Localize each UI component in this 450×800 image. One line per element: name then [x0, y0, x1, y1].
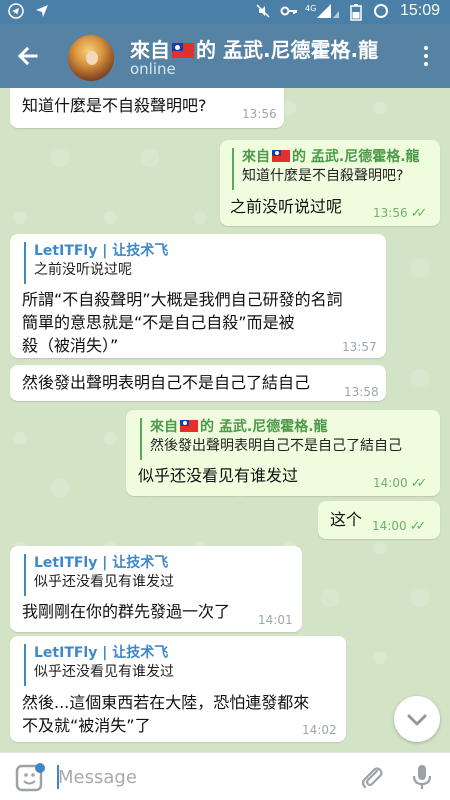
taiwan-flag-icon [272, 150, 290, 162]
message-text-line: 然後...這個東西若在大陸，恐怕連發都來 [22, 693, 310, 712]
message-time: 14:02 [302, 723, 337, 737]
message-text-line: 殺（被消失）” [22, 336, 119, 355]
taiwan-flag-icon [180, 420, 198, 432]
reply-author: LetITFly | 让技术飞 [34, 243, 169, 259]
reply-text: 知道什麼是不自殺聲明吧? [242, 168, 404, 184]
sticker-button[interactable] [14, 761, 46, 793]
title-suffix: 的 孟武.尼德霍格.龍 [196, 38, 379, 62]
reply-author-suffix: 的 孟武.尼德霍格.龍 [200, 419, 328, 435]
message-meta: 13:56 ✓✓ [373, 206, 428, 221]
message-time: 13:58 [344, 385, 379, 399]
battery-icon [348, 3, 364, 21]
chevron-down-icon [407, 714, 427, 726]
reply-text: 似乎还没看见有谁发过 [34, 574, 174, 590]
status-bar: 4G 15:09 [0, 0, 450, 24]
voice-record-button[interactable] [408, 762, 436, 792]
reply-author-prefix: 來自 [150, 419, 178, 435]
message-text: 似乎还没看见有谁发过 [138, 466, 299, 485]
message-meta: 14:00 ✓✓ [373, 476, 428, 491]
read-checks-icon: ✓✓ [410, 476, 428, 491]
read-checks-icon: ✓✓ [410, 206, 428, 221]
message-input[interactable] [58, 763, 338, 791]
reply-author: LetITFly | 让技术飞 [34, 645, 169, 661]
message-list[interactable]: 知道什麼是不自殺聲明吧? 13:56 來自的 孟武.尼德霍格.龍 知道什麼是不自… [0, 88, 450, 752]
sync-icon [373, 3, 389, 19]
reply-author: LetITFly | 让技术飞 [34, 555, 169, 571]
mic-icon [412, 765, 432, 789]
status-time: 15:09 [399, 2, 440, 19]
attach-button[interactable] [358, 763, 386, 791]
more-vert-icon [414, 46, 438, 66]
more-menu-button[interactable] [414, 42, 438, 70]
back-button[interactable] [12, 40, 44, 72]
reply-text: 似乎还没看见有谁发过 [34, 664, 174, 680]
message-meta: 14:00 ✓✓ [372, 519, 427, 534]
message-bubble[interactable]: 來自 的 孟武.尼德霍格.龍 知道什麼是不自殺聲明吧? 之前没听说过呢 13:56… [220, 140, 440, 226]
chat-title[interactable]: 來自 的 孟武.尼德霍格.龍 [130, 34, 378, 63]
key-icon [280, 3, 297, 19]
reply-text: 之前没听说过呢 [34, 262, 132, 278]
telegram-icon [8, 3, 24, 19]
chat-header: 來自 的 孟武.尼德霍格.龍 online [0, 24, 450, 88]
message-text-line: 不及就“被消失”了 [22, 716, 151, 735]
back-arrow-icon [17, 46, 38, 66]
reply-author-suffix: 的 孟武.尼德霍格.龍 [292, 149, 420, 165]
message-time: 13:57 [342, 340, 377, 354]
avatar[interactable] [68, 35, 114, 81]
message-text-line: 簡單的意思就是“不是自己自殺”而是被 [22, 313, 295, 332]
message-time: 14:00 [373, 476, 408, 490]
location-arrow-icon [34, 3, 50, 19]
message-text: 知道什麼是不自殺聲明吧? [22, 96, 207, 115]
svg-text:4G: 4G [305, 4, 316, 13]
reply-quote[interactable]: 來自 的 孟武.尼德霍格.龍 然後發出聲明表明自己不是自己了結自己 [140, 418, 402, 460]
message-bubble[interactable]: LetITFly | 让技术飞 之前没听说过呢 所謂“不自殺聲明”大概是我們自己… [10, 234, 386, 358]
message-text: 然後發出聲明表明自己不是自己了結自己 [22, 373, 311, 392]
paperclip-icon [361, 767, 383, 789]
title-prefix: 來自 [130, 38, 170, 62]
message-bubble[interactable]: 然後發出聲明表明自己不是自己了結自己 13:58 [10, 365, 386, 401]
message-time: 13:56 [373, 206, 408, 220]
mute-icon [255, 3, 271, 19]
signal-icon: 4G [305, 3, 339, 19]
message-time: 14:01 [258, 613, 293, 627]
composer [0, 752, 450, 800]
message-time: 13:56 [242, 107, 277, 121]
chat-status: online [130, 60, 176, 78]
sticker-icon [15, 763, 45, 792]
reply-quote[interactable]: 來自 的 孟武.尼德霍格.龍 知道什麼是不自殺聲明吧? [232, 148, 420, 190]
message-text: 这个 [330, 510, 363, 529]
message-bubble[interactable]: 來自 的 孟武.尼德霍格.龍 然後發出聲明表明自己不是自己了結自己 似乎还没看见有… [126, 410, 440, 496]
reply-author: 來自 的 孟武.尼德霍格.龍 [242, 148, 420, 166]
scroll-to-bottom-button[interactable] [394, 696, 440, 742]
read-checks-icon: ✓✓ [409, 519, 427, 534]
reply-text: 然後發出聲明表明自己不是自己了結自己 [150, 438, 402, 454]
message-text: 我剛剛在你的群先發過一次了 [22, 602, 231, 621]
message-bubble[interactable]: LetITFly | 让技术飞 似乎还没看见有谁发过 然後...這個東西若在大陸… [10, 636, 346, 742]
reply-author-prefix: 來自 [242, 149, 270, 165]
message-bubble[interactable]: LetITFly | 让技术飞 似乎还没看见有谁发过 我剛剛在你的群先發過一次了… [10, 546, 302, 632]
reply-quote[interactable]: LetITFly | 让技术飞 似乎还没看见有谁发过 [24, 644, 174, 686]
message-text-line: 所謂“不自殺聲明”大概是我們自己研發的名詞 [22, 290, 343, 309]
message-text: 之前没听说过呢 [230, 197, 343, 216]
reply-quote[interactable]: LetITFly | 让技术飞 似乎还没看见有谁发过 [24, 554, 174, 596]
message-bubble[interactable]: 这个 14:00 ✓✓ [318, 501, 440, 539]
message-time: 14:00 [372, 519, 407, 533]
taiwan-flag-icon [172, 43, 194, 58]
message-bubble[interactable]: 知道什麼是不自殺聲明吧? 13:56 [10, 88, 284, 128]
reply-quote[interactable]: LetITFly | 让技术飞 之前没听说过呢 [24, 242, 168, 284]
reply-author: 來自 的 孟武.尼德霍格.龍 [150, 418, 402, 436]
